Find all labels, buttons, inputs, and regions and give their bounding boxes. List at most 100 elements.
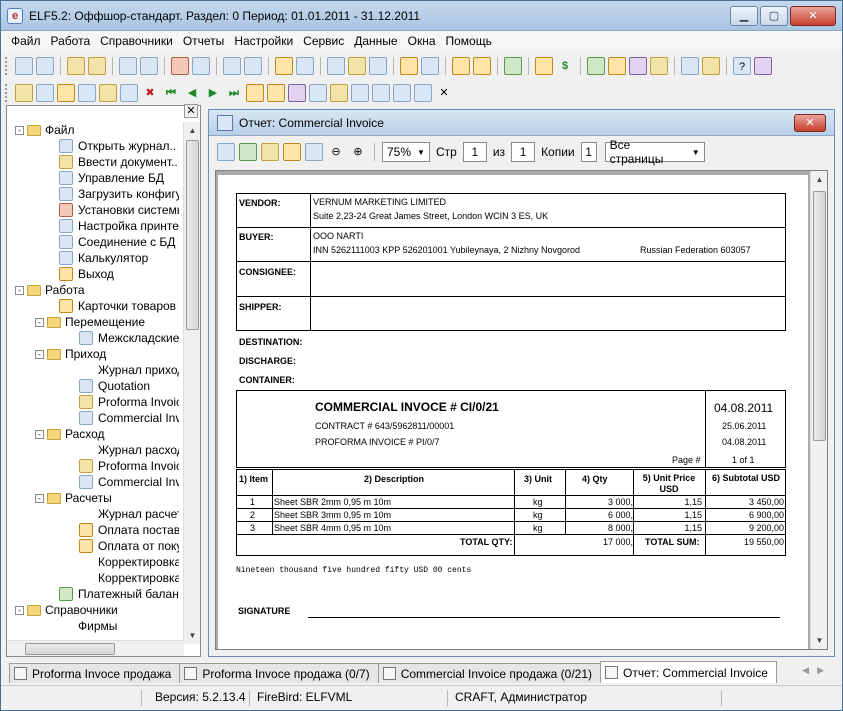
tree-item[interactable]: Ввести документ.. — [59, 154, 178, 170]
report-preview[interactable]: VENDOR: VERNUM MARKETING LIMITED Suite 2… — [215, 170, 828, 650]
transfer-icon[interactable] — [296, 57, 314, 75]
tab-report-commercial-invoice[interactable]: Отчет: Commercial Invoice — [600, 661, 777, 683]
tree-item[interactable]: - Работа — [15, 282, 85, 298]
edit-icon[interactable] — [99, 84, 117, 102]
tab-proforma-invoice-0-7[interactable]: Proforma Invoce продажа (0/7) — [179, 663, 379, 683]
tree-item[interactable]: Открыть журнал.. — [59, 138, 176, 154]
coin-icon[interactable] — [535, 57, 553, 75]
dollar-icon[interactable]: $ — [556, 57, 574, 75]
tree-item[interactable]: Журнал расхода — [79, 442, 179, 458]
collapse-toggle-icon[interactable]: - — [15, 285, 24, 295]
next-record-icon[interactable]: ▶ — [204, 84, 222, 102]
tree-vertical-scrollbar[interactable]: ▲ ▼ — [183, 122, 200, 644]
tree-item[interactable]: Proforma Invoice — [79, 458, 179, 474]
menu-service[interactable]: Сервис — [303, 34, 344, 48]
tree-item[interactable]: Commercial Invoi — [79, 410, 179, 426]
print-icon[interactable] — [372, 84, 390, 102]
menu-references[interactable]: Справочники — [100, 34, 173, 48]
invoice-icon[interactable] — [369, 57, 387, 75]
journal-icon[interactable] — [400, 57, 418, 75]
payment-supplier-icon[interactable] — [452, 57, 470, 75]
tree-item[interactable]: - Расчеты — [35, 490, 112, 506]
minimize-button[interactable]: ▁ — [730, 6, 758, 26]
menu-help[interactable]: Помощь — [446, 34, 492, 48]
close-toolbar-icon[interactable]: ✕ — [435, 84, 453, 102]
tree-item[interactable]: - Справочники — [15, 602, 118, 618]
payment-customer-icon[interactable] — [473, 57, 491, 75]
tree-item[interactable]: Выход — [59, 266, 114, 282]
new-document-icon[interactable] — [88, 57, 106, 75]
tree-item[interactable]: Настройка принтер — [59, 218, 179, 234]
refresh-icon[interactable] — [57, 84, 75, 102]
copies-field[interactable]: 1 — [580, 142, 597, 162]
report-close-button[interactable]: ✕ — [794, 114, 826, 132]
database-icon[interactable] — [119, 57, 137, 75]
title-bar[interactable]: e ELF5.2: Оффшор-стандарт. Раздел: 0 Пер… — [1, 1, 842, 31]
calendar-icon[interactable] — [681, 57, 699, 75]
filter-icon[interactable] — [309, 84, 327, 102]
scroll-down-icon[interactable]: ▼ — [811, 632, 827, 649]
help-icon[interactable]: ? — [733, 57, 751, 75]
pages-select[interactable]: Все страницы ▼ — [604, 138, 705, 166]
collapse-toggle-icon[interactable]: - — [35, 349, 44, 359]
excel-export-icon[interactable] — [239, 143, 257, 161]
preview-vertical-scrollbar[interactable]: ▲ ▼ — [810, 171, 827, 649]
preview-scroll-thumb[interactable] — [813, 191, 826, 441]
delete-icon[interactable]: ✖ — [141, 84, 159, 102]
return-icon[interactable] — [421, 57, 439, 75]
tree-item[interactable]: - Приход — [35, 346, 106, 362]
calculator-icon[interactable] — [244, 57, 262, 75]
zoom-select[interactable]: 75% ▼ — [382, 142, 430, 162]
last-record-icon[interactable]: ⏭ — [225, 84, 243, 102]
about-icon[interactable] — [754, 57, 772, 75]
tree-item[interactable]: - Расход — [35, 426, 105, 442]
sort-icon[interactable] — [288, 84, 306, 102]
balance-icon[interactable] — [504, 57, 522, 75]
link-icon[interactable] — [393, 84, 411, 102]
tree-item[interactable]: Загрузить конфигу — [59, 186, 179, 202]
toolbar-grip[interactable] — [5, 57, 9, 75]
tools-icon[interactable] — [171, 57, 189, 75]
tree-item[interactable]: Commercial Invoi — [79, 474, 179, 490]
tree-item[interactable]: Установки системы — [59, 202, 179, 218]
menu-data[interactable]: Данные — [354, 34, 397, 48]
report-title-bar[interactable]: Отчет: Commercial Invoice ✕ — [209, 110, 834, 136]
tab-scroll-arrows[interactable]: ◀▶ — [802, 665, 832, 676]
tree-item[interactable]: Proforma Invoice — [79, 394, 179, 410]
catalog-icon[interactable] — [587, 57, 605, 75]
tree-scroll-thumb[interactable] — [186, 140, 199, 330]
app-icon[interactable]: e — [7, 8, 23, 24]
zoom-in-icon[interactable]: ⊕ — [349, 143, 367, 161]
copy-icon[interactable] — [36, 84, 54, 102]
tree-item[interactable]: Платежный баланс — [59, 586, 179, 602]
tree-item[interactable]: Корректировка — [79, 570, 179, 586]
menu-windows[interactable]: Окна — [408, 34, 436, 48]
columns-icon[interactable] — [330, 84, 348, 102]
tree-item[interactable]: Оплата от покуп — [79, 538, 179, 554]
collapse-toggle-icon[interactable]: - — [15, 125, 24, 135]
tree-view-icon[interactable] — [15, 57, 33, 75]
scroll-down-icon[interactable]: ▼ — [184, 627, 201, 644]
menu-file[interactable]: Файл — [11, 34, 41, 48]
settings-icon[interactable] — [650, 57, 668, 75]
zoom-page-icon[interactable] — [283, 143, 301, 161]
close-button[interactable]: ✕ — [790, 6, 836, 26]
tree-horizontal-scrollbar[interactable] — [7, 640, 184, 656]
page-number-field[interactable]: 1 — [462, 142, 487, 162]
tab-commercial-invoice-0-21[interactable]: Commercial Invoice продажа (0/21) — [377, 663, 602, 683]
tree-item[interactable]: Карточки товаров — [59, 298, 176, 314]
zoom-out-icon[interactable]: ⊖ — [327, 143, 345, 161]
tree-hscroll-thumb[interactable] — [25, 643, 115, 655]
find-icon[interactable] — [78, 84, 96, 102]
open-journal-icon[interactable] — [67, 57, 85, 75]
first-record-icon[interactable]: ⏮ — [162, 84, 180, 102]
post-icon[interactable] — [246, 84, 264, 102]
tree-item[interactable]: Оплата постави — [79, 522, 179, 538]
close-panel-icon[interactable]: ✕ — [184, 104, 198, 118]
load-config-icon[interactable] — [140, 57, 158, 75]
scroll-up-icon[interactable]: ▲ — [184, 122, 201, 139]
tree-item[interactable]: Журнал расчето — [79, 506, 179, 522]
toolbar-grip-2[interactable] — [5, 84, 9, 102]
collapse-toggle-icon[interactable]: - — [15, 605, 24, 615]
report-settings-icon[interactable] — [261, 143, 279, 161]
